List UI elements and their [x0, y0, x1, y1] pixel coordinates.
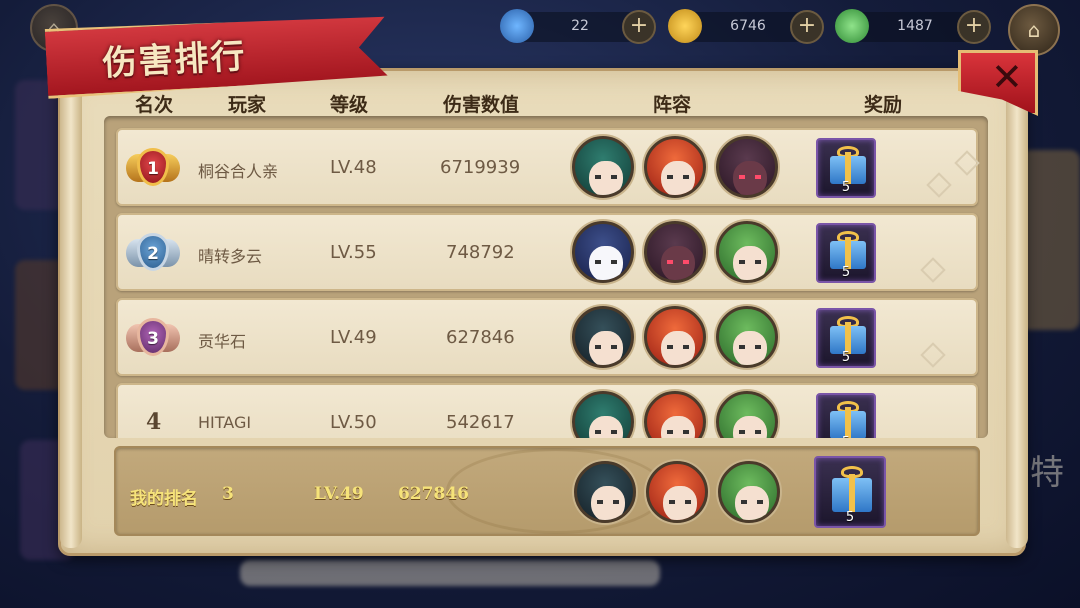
hero-avatar-icon[interactable] [572, 391, 634, 438]
ranking-row[interactable]: 1 桐谷合人亲 LV.48 6719939 5 [116, 128, 980, 206]
silver-rank-badge-icon: 2 [126, 231, 180, 275]
player-name: HITAGI [198, 413, 252, 432]
reward-gift-icon[interactable]: 5 [814, 456, 886, 528]
reward-count: 5 [841, 180, 851, 195]
reward-count: 5 [841, 265, 851, 280]
hero-avatar-icon[interactable] [716, 391, 778, 438]
my-level: LV.49 [314, 484, 364, 504]
rank-number: 4 [146, 409, 162, 435]
hero-avatar-icon[interactable] [644, 221, 706, 283]
my-damage: 627846 [398, 484, 469, 504]
ranking-row[interactable]: 3 贡华石 LV.49 627846 5 [116, 298, 978, 376]
ranking-list[interactable]: 1 桐谷合人亲 LV.48 6719939 5 2 晴转多云 LV.55 748… [104, 116, 988, 438]
header-damage: 伤害数值 [443, 94, 520, 116]
damage-value: 542617 [446, 412, 515, 433]
scroll-roll-right [1006, 78, 1028, 548]
currency-value: 1487 [897, 18, 933, 34]
decor-diamond [926, 172, 952, 198]
player-level: LV.55 [330, 242, 377, 263]
header-rank: 名次 [135, 94, 174, 116]
ranking-row[interactable]: 2 晴转多云 LV.55 748792 5 [116, 213, 978, 291]
hero-avatar-icon[interactable] [716, 221, 778, 283]
background-text: 特 [1030, 453, 1064, 493]
my-rank-bar: 我的排名 3 LV.49 627846 5 [114, 446, 980, 536]
player-name: 桐谷合人亲 [198, 162, 279, 181]
header-level: 等级 [330, 94, 369, 116]
decor-diamond [920, 342, 946, 368]
close-icon: ✕ [991, 55, 1023, 99]
player-level: LV.49 [330, 327, 377, 348]
hero-avatar-icon[interactable] [716, 136, 778, 198]
add-leaf-button[interactable]: + [957, 10, 991, 44]
currency-gold: 6746 + [668, 9, 824, 44]
currency-diamond: 22 + [500, 9, 656, 44]
header-lineup: 阵容 [653, 94, 692, 116]
header-player: 玩家 [228, 94, 267, 116]
scroll-roll-left [60, 78, 82, 548]
hero-avatar-icon[interactable] [574, 461, 636, 523]
hero-avatar-icon[interactable] [644, 136, 706, 198]
hero-avatar-icon[interactable] [572, 136, 634, 198]
hero-avatar-icon[interactable] [646, 461, 708, 523]
reward-gift-icon[interactable]: 5 [816, 308, 876, 368]
player-level: LV.50 [330, 412, 377, 433]
reward-count: 5 [841, 350, 851, 365]
decor-diamond [920, 257, 946, 283]
reward-gift-icon[interactable]: 5 [816, 393, 876, 438]
header-reward: 奖励 [864, 94, 903, 116]
home-button[interactable]: ⌂ [1008, 4, 1060, 56]
damage-value: 627846 [446, 327, 515, 348]
background-bar [240, 560, 660, 586]
ranking-row[interactable]: 4 HITAGI LV.50 542617 5 [116, 383, 978, 438]
hero-avatar-icon[interactable] [572, 306, 634, 368]
player-level: LV.48 [330, 157, 377, 178]
add-gold-button[interactable]: + [790, 10, 824, 44]
reward-count: 5 [818, 435, 874, 438]
bronze-rank-badge-icon: 3 [126, 316, 180, 360]
hero-avatar-icon[interactable] [716, 306, 778, 368]
background-card [1020, 150, 1080, 330]
damage-value: 6719939 [440, 157, 521, 178]
leaf-icon [835, 9, 869, 43]
currency-value: 22 [571, 18, 589, 34]
hero-avatar-icon[interactable] [644, 391, 706, 438]
hero-avatar-icon[interactable] [718, 461, 780, 523]
my-rank-number: 3 [222, 484, 234, 504]
reward-count: 5 [845, 510, 855, 525]
hero-avatar-icon[interactable] [644, 306, 706, 368]
gold-coin-icon [668, 9, 702, 43]
currency-leaf: 1487 + [835, 9, 991, 44]
my-rank-label: 我的排名 [130, 489, 198, 509]
page-title: 伤害排行 [101, 36, 248, 84]
player-name: 晴转多云 [198, 247, 263, 266]
player-name: 贡华石 [198, 332, 247, 351]
damage-value: 748792 [446, 242, 515, 263]
diamond-icon [500, 9, 534, 43]
add-diamond-button[interactable]: + [622, 10, 656, 44]
currency-value: 6746 [730, 18, 766, 34]
home-icon: ⌂ [1027, 18, 1041, 42]
gold-rank-badge-icon: 1 [126, 146, 180, 190]
hero-avatar-icon[interactable] [572, 221, 634, 283]
reward-gift-icon[interactable]: 5 [816, 138, 876, 198]
reward-gift-icon[interactable]: 5 [816, 223, 876, 283]
decor-diamond [954, 150, 980, 176]
